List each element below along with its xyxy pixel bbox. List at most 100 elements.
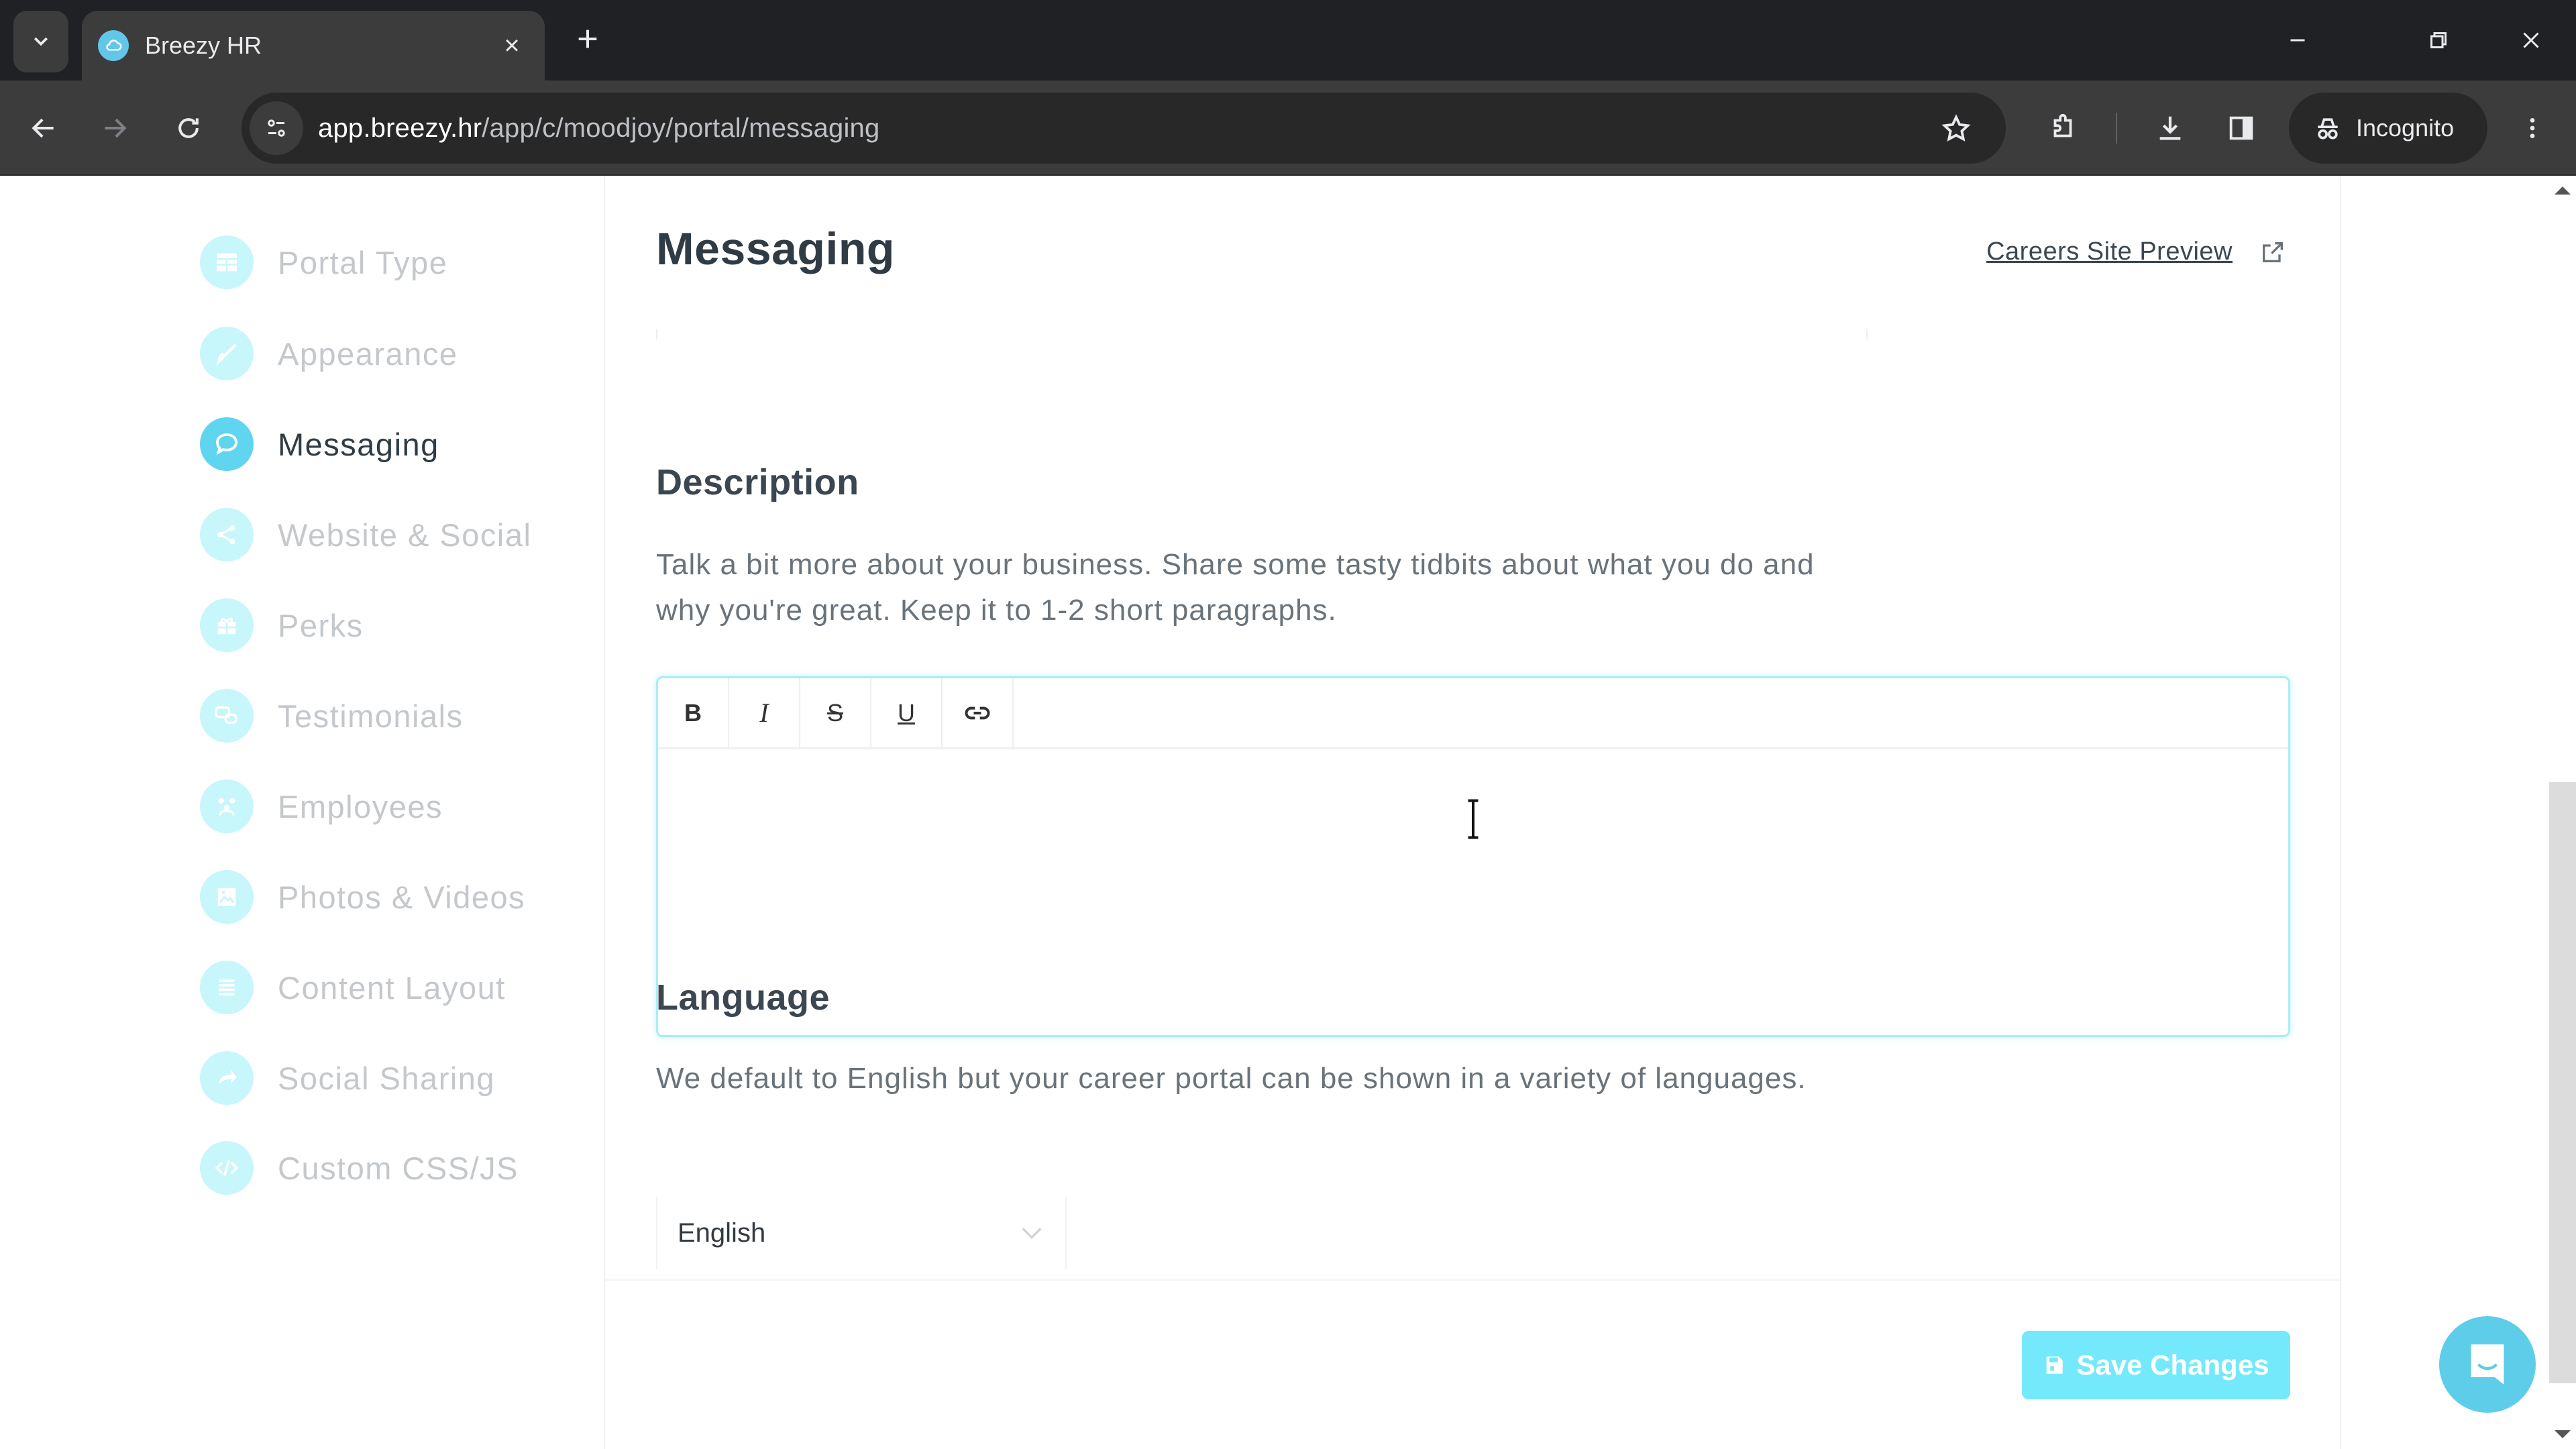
image-icon — [200, 870, 254, 924]
incognito-badge[interactable]: Incognito — [2289, 93, 2487, 164]
browser-menu-button[interactable] — [2502, 98, 2563, 158]
site-info-icon[interactable] — [250, 101, 303, 155]
messaging-settings: Messaging Careers Site Preview Descripti… — [605, 176, 2340, 1276]
sidebar-item-content-layout[interactable]: Content Layout — [200, 959, 506, 1016]
sidebar-item-label: Employees — [278, 788, 443, 824]
sidebar-item-label: Portal Type — [278, 244, 448, 280]
sidebar-item-custom-css-js[interactable]: Custom CSS/JS — [200, 1140, 519, 1196]
page-title: Messaging — [656, 223, 895, 274]
toolbar-divider — [2116, 113, 2117, 144]
sidebar-item-testimonials[interactable]: Testimonials — [200, 688, 464, 744]
sidebar-item-website-social[interactable]: Website & Social — [200, 506, 531, 563]
sidebar-item-label: Appearance — [278, 335, 458, 372]
divider — [1866, 329, 1868, 339]
sidebar-item-social-sharing[interactable]: Social Sharing — [200, 1050, 495, 1106]
reload-button[interactable] — [158, 98, 219, 158]
editor-toolbar: B I S U — [658, 678, 2288, 749]
floppy-disk-icon — [2047, 1356, 2063, 1374]
new-tab-button[interactable] — [568, 19, 608, 59]
restore-icon — [2430, 32, 2447, 48]
link-button[interactable] — [943, 678, 1014, 747]
preview-link-label: Careers Site Preview — [1986, 237, 2233, 266]
sidebar-item-label: Perks — [278, 607, 364, 643]
bold-button[interactable]: B — [658, 678, 729, 747]
portal-type-icon — [200, 235, 254, 289]
save-changes-label: Save Changes — [2076, 1349, 2269, 1381]
breezy-cloud-icon — [98, 30, 129, 61]
side-panel-button[interactable] — [2211, 98, 2271, 158]
downloads-button[interactable] — [2140, 98, 2200, 158]
page-scrollbar[interactable] — [2549, 176, 2576, 1449]
url-path: /app/c/moodjoy/portal/messaging — [482, 113, 880, 143]
italic-button[interactable]: I — [729, 678, 800, 747]
sidebar-item-label: Testimonials — [278, 698, 464, 734]
language-help-text: We default to English but your career po… — [656, 1062, 1807, 1095]
browser-tabstrip: Breezy HR × — [0, 0, 2576, 80]
save-changes-button[interactable]: Save Changes — [2022, 1331, 2290, 1399]
description-heading: Description — [656, 462, 859, 502]
tab-close-icon[interactable]: × — [495, 29, 529, 62]
reload-icon — [178, 118, 199, 138]
link-icon — [965, 706, 990, 719]
share-icon — [200, 508, 254, 561]
text-cursor-icon — [1468, 799, 1479, 839]
support-chat-button[interactable] — [2439, 1316, 2536, 1413]
divider — [656, 329, 657, 339]
sidebar-item-appearance[interactable]: Appearance — [200, 325, 458, 382]
browser-toolbar: app.breezy.hr/app/c/moodjoy/portal/messa… — [0, 80, 2576, 176]
language-select[interactable]: English — [656, 1197, 1067, 1269]
tab-search-button[interactable] — [13, 11, 68, 72]
download-icon — [2159, 116, 2181, 140]
incognito-icon — [2318, 118, 2338, 140]
code-icon — [200, 1141, 254, 1195]
minimize-icon — [2290, 39, 2305, 42]
minimize-button[interactable] — [2267, 13, 2328, 67]
chevron-down-icon — [1022, 1228, 1042, 1240]
back-button[interactable] — [13, 98, 74, 158]
list-icon — [200, 961, 254, 1014]
more-vertical-icon — [2530, 118, 2535, 138]
sidebar-item-messaging[interactable]: Messaging — [200, 416, 439, 472]
sidebar-item-label: Content Layout — [278, 969, 506, 1006]
bookmark-star-button[interactable] — [1935, 107, 1978, 150]
underline-button[interactable]: U — [871, 678, 943, 747]
forward-button[interactable] — [85, 98, 145, 158]
chevron-down-icon — [34, 37, 48, 46]
comments-icon — [200, 689, 254, 743]
puzzle-icon — [2053, 113, 2072, 138]
arrow-right-icon — [105, 118, 127, 138]
share-arrow-icon — [200, 1051, 254, 1105]
sidebar-item-label: Social Sharing — [278, 1060, 496, 1096]
url-host: app.breezy.hr — [318, 113, 482, 143]
close-window-button[interactable] — [2501, 13, 2561, 67]
careers-site-preview-link[interactable]: Careers Site Preview — [1986, 237, 2286, 266]
sidebar-item-label: Custom CSS/JS — [278, 1150, 519, 1186]
scroll-up-arrow-icon[interactable] — [2555, 186, 2571, 195]
tab-title: Breezy HR — [145, 32, 262, 59]
chat-smile-icon — [2471, 1344, 2504, 1385]
url-text: app.breezy.hr/app/c/moodjoy/portal/messa… — [318, 113, 879, 144]
footer-divider — [605, 1279, 2340, 1281]
sidebar-item-portal-type[interactable]: Portal Type — [200, 234, 447, 290]
extensions-button[interactable] — [2033, 98, 2093, 158]
chat-bubble-icon — [200, 417, 254, 471]
description-editor[interactable]: B I S U — [656, 676, 2290, 1037]
browser-tab[interactable]: Breezy HR × — [82, 11, 545, 80]
language-heading: Language — [656, 977, 830, 1018]
restore-button[interactable] — [2408, 13, 2469, 67]
arrow-left-icon — [32, 118, 54, 138]
address-bar[interactable]: app.breezy.hr/app/c/moodjoy/portal/messa… — [241, 93, 2006, 164]
star-icon — [1941, 114, 1971, 142]
scrollbar-thumb[interactable] — [2549, 782, 2576, 1383]
employees-icon — [200, 780, 254, 833]
description-help-text: Talk a bit more about your business. Sha… — [656, 548, 1815, 627]
strikethrough-button[interactable]: S — [800, 678, 871, 747]
sidebar-item-photos-videos[interactable]: Photos & Videos — [200, 869, 525, 925]
description-textarea[interactable] — [658, 749, 2288, 1035]
incognito-label: Incognito — [2356, 114, 2455, 142]
sidebar-item-employees[interactable]: Employees — [200, 778, 443, 835]
gift-icon — [200, 598, 254, 652]
side-panel-icon — [2229, 116, 2253, 140]
scroll-down-arrow-icon[interactable] — [2555, 1430, 2571, 1438]
sidebar-item-perks[interactable]: Perks — [200, 597, 364, 653]
